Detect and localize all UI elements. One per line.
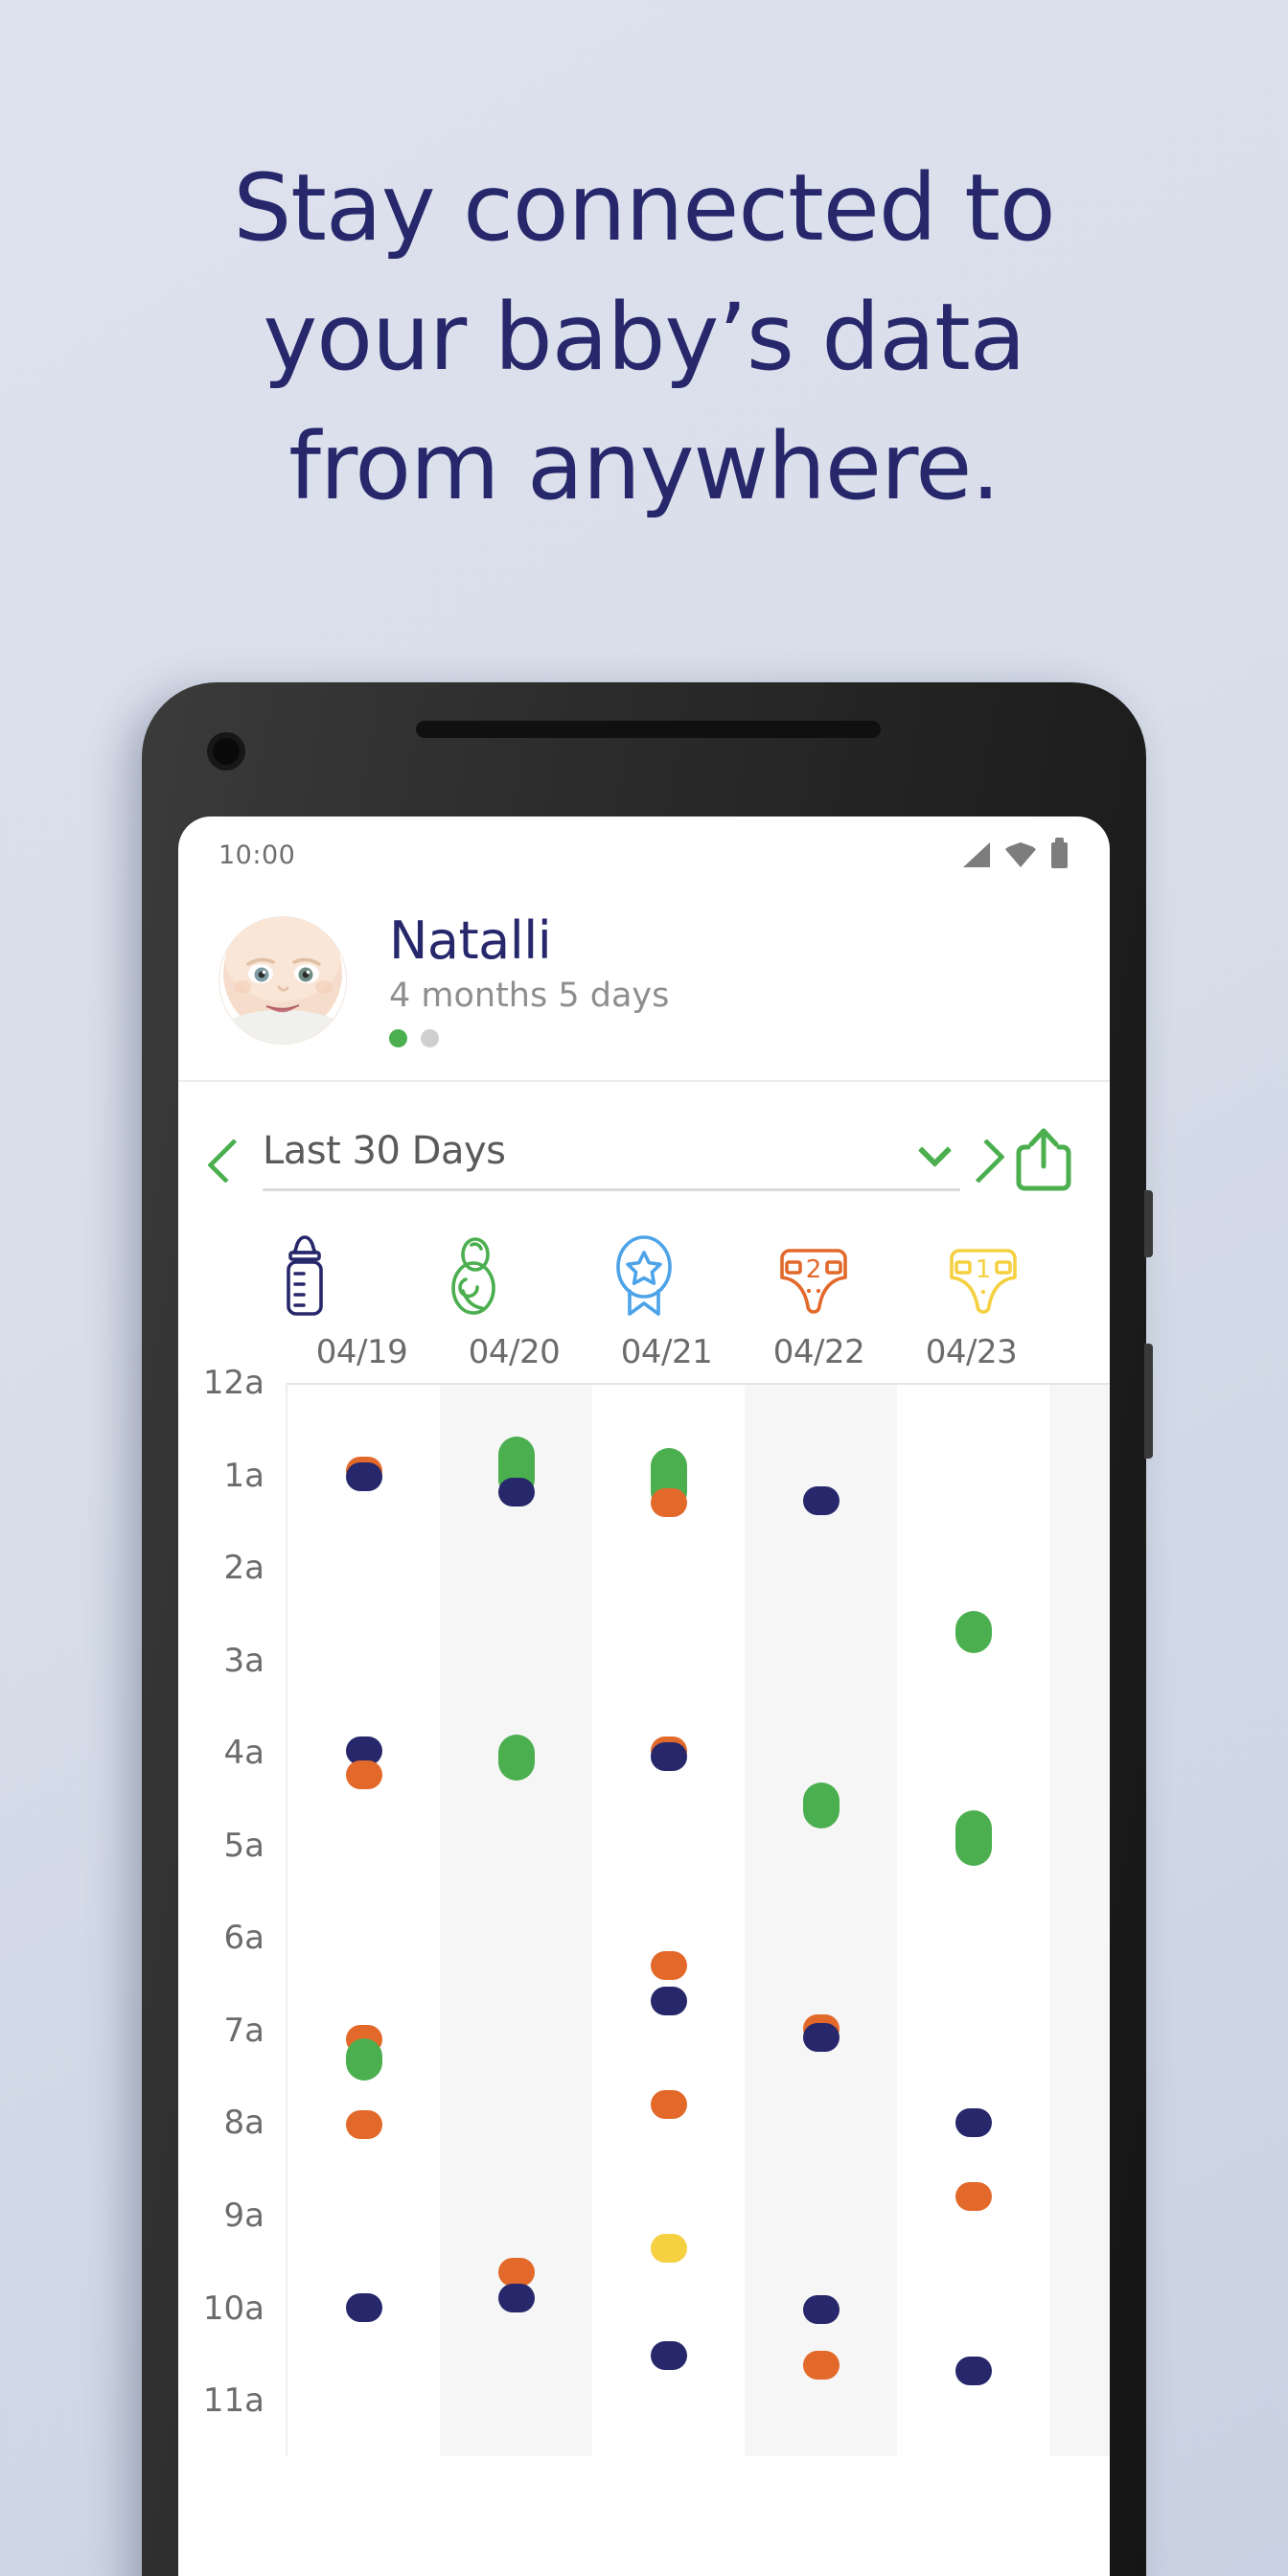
chart-column[interactable] bbox=[592, 1385, 745, 2456]
chart-point[interactable] bbox=[802, 2295, 840, 2325]
chart-column[interactable] bbox=[288, 1385, 440, 2456]
chart-point[interactable] bbox=[802, 2351, 840, 2380]
chart-point[interactable] bbox=[345, 2293, 382, 2323]
chart-column[interactable] bbox=[440, 1385, 592, 2456]
chart-point[interactable] bbox=[345, 2109, 382, 2139]
chart-y-tick: 4a bbox=[223, 1734, 264, 1773]
chart-point[interactable] bbox=[497, 2284, 535, 2313]
chart-date-header: 0 bbox=[1047, 1333, 1110, 1371]
chart-y-tick: 6a bbox=[223, 1919, 264, 1958]
chart-point[interactable] bbox=[954, 1610, 992, 1653]
headline-line-1: Stay connected to bbox=[233, 154, 1055, 262]
chart-y-tick: 3a bbox=[223, 1641, 264, 1680]
chart-y-tick: 10a bbox=[202, 2288, 264, 2328]
chart-y-tick: 1a bbox=[223, 1456, 264, 1495]
chevron-down-icon[interactable] bbox=[920, 1142, 949, 1160]
chart-point[interactable] bbox=[650, 2089, 687, 2119]
chart-point[interactable] bbox=[650, 1488, 687, 1518]
milestone-icon bbox=[616, 1235, 672, 1316]
phone-screen: 10:00 Natalli 4 months 5 days Last 30 Da… bbox=[178, 816, 1110, 2576]
headline-line-2: your baby’s data bbox=[263, 284, 1025, 391]
earpiece-speaker bbox=[416, 721, 881, 738]
chart-date-header: 04/21 bbox=[620, 1333, 713, 1371]
chart-point[interactable] bbox=[650, 2234, 687, 2264]
chart-point[interactable] bbox=[954, 1810, 992, 1867]
range-value: Last 30 Days bbox=[263, 1128, 506, 1173]
chart-point[interactable] bbox=[345, 2037, 382, 2082]
front-camera-icon bbox=[207, 732, 245, 770]
chart-point[interactable] bbox=[802, 2023, 840, 2053]
chart-point[interactable] bbox=[650, 1741, 687, 1771]
chart-y-tick: 7a bbox=[223, 2011, 264, 2050]
activity-chart: 04/19 04/20 04/21 04/22 04/23 0 12a 1a 2a 3a 4a 5a… bbox=[178, 1333, 1110, 2456]
status-bar: 10:00 bbox=[178, 816, 1110, 893]
bottle-icon bbox=[287, 1235, 324, 1316]
chart-grid[interactable] bbox=[286, 1383, 1110, 2456]
chart-point[interactable] bbox=[802, 1486, 840, 1516]
date-range-selector: Last 30 Days bbox=[178, 1082, 1110, 1218]
chart-point[interactable] bbox=[650, 1986, 687, 2015]
chart-y-axis: 12a 1a 2a 3a 4a 5a 6a 7a 8a 9a 10a 11a bbox=[178, 1364, 278, 2456]
chart-point[interactable] bbox=[954, 2108, 992, 2138]
promo-headline: Stay connected to your baby’s data from … bbox=[0, 144, 1288, 532]
range-dropdown[interactable]: Last 30 Days bbox=[263, 1129, 960, 1191]
legend-item-milestone[interactable] bbox=[560, 1233, 729, 1318]
chart-y-tick: 12a bbox=[202, 1364, 264, 1402]
chart-column[interactable] bbox=[1049, 1385, 1110, 2456]
chart-y-tick: 5a bbox=[223, 1826, 264, 1865]
legend-item-bottle[interactable] bbox=[220, 1233, 390, 1318]
chart-point[interactable] bbox=[954, 2182, 992, 2212]
battery-icon bbox=[1051, 837, 1068, 868]
chart-point[interactable] bbox=[497, 2258, 535, 2288]
signal-icon bbox=[963, 842, 990, 867]
dot-active[interactable] bbox=[389, 1029, 407, 1047]
chart-point[interactable] bbox=[497, 1734, 535, 1782]
chart-point[interactable] bbox=[345, 1462, 382, 1492]
avatar[interactable] bbox=[218, 915, 347, 1045]
chart-y-tick: 9a bbox=[223, 2196, 264, 2235]
chart-point[interactable] bbox=[954, 2356, 992, 2385]
profile-page-dots[interactable] bbox=[389, 1029, 669, 1047]
baby-name: Natalli bbox=[389, 910, 552, 971]
chart-point[interactable] bbox=[650, 1950, 687, 1980]
share-icon[interactable] bbox=[1014, 1126, 1073, 1193]
profile-text: Natalli 4 months 5 days bbox=[389, 912, 669, 1047]
chart-point[interactable] bbox=[802, 1782, 840, 1829]
diaper-wet-icon: 1 bbox=[949, 1249, 1017, 1314]
diaper-dirty-icon: 2 bbox=[779, 1249, 847, 1314]
next-range-button[interactable] bbox=[968, 1135, 1002, 1184]
chart-date-headers: 04/19 04/20 04/21 04/22 04/23 0 bbox=[178, 1333, 1110, 1371]
profile-header[interactable]: Natalli 4 months 5 days bbox=[178, 893, 1110, 1082]
chart-point[interactable] bbox=[650, 2341, 687, 2371]
chart-point[interactable] bbox=[497, 1477, 535, 1506]
phone-power-button[interactable] bbox=[1144, 1190, 1153, 1257]
chart-y-tick: 2a bbox=[223, 1549, 264, 1588]
chart-date-header: 04/22 bbox=[772, 1333, 865, 1371]
chart-plot-area: 12a 1a 2a 3a 4a 5a 6a 7a 8a 9a 10a 11a bbox=[178, 1364, 1110, 2456]
diaper-dirty-count: 2 bbox=[806, 1255, 822, 1284]
chart-point[interactable] bbox=[345, 1760, 382, 1789]
chart-date-header: 04/23 bbox=[925, 1333, 1018, 1371]
activity-legend: 2 1 bbox=[178, 1218, 1110, 1327]
dot-inactive[interactable] bbox=[421, 1029, 439, 1047]
status-time: 10:00 bbox=[218, 840, 296, 870]
chart-date-header: 04/20 bbox=[468, 1333, 561, 1371]
diaper-wet-count: 1 bbox=[975, 1255, 991, 1284]
prev-range-button[interactable] bbox=[211, 1135, 245, 1184]
chart-date-header: 04/19 bbox=[315, 1333, 408, 1371]
headline-line-3: from anywhere. bbox=[288, 413, 1000, 520]
wifi-icon bbox=[1005, 842, 1036, 867]
legend-item-diaper-wet[interactable]: 1 bbox=[898, 1233, 1068, 1318]
baby-age: 4 months 5 days bbox=[389, 977, 670, 1015]
legend-item-breastfeeding[interactable] bbox=[390, 1233, 560, 1318]
chart-y-tick: 11a bbox=[202, 2381, 264, 2421]
chart-y-tick: 8a bbox=[223, 2104, 264, 2143]
breastfeeding-icon bbox=[451, 1237, 495, 1315]
chart-column[interactable] bbox=[745, 1385, 897, 2456]
status-icons bbox=[963, 837, 1068, 868]
legend-item-diaper-dirty[interactable]: 2 bbox=[728, 1233, 898, 1318]
chart-column[interactable] bbox=[897, 1385, 1049, 2456]
phone-mockup: 10:00 Natalli 4 months 5 days Last 30 Da… bbox=[142, 682, 1153, 2576]
phone-volume-button[interactable] bbox=[1144, 1344, 1153, 1459]
